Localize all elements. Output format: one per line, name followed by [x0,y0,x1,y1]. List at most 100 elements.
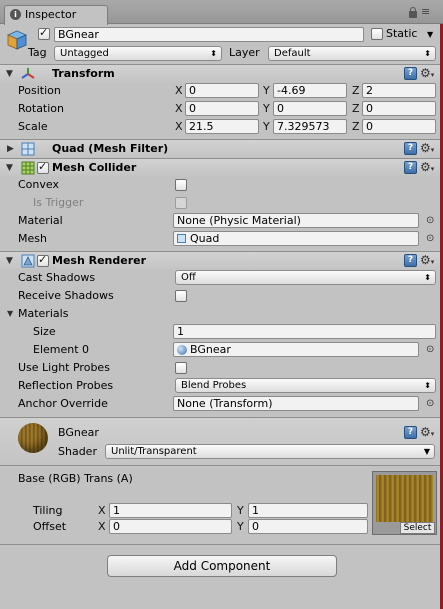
add-component-button[interactable]: Add Component [107,555,337,577]
texture-slot[interactable]: Select [372,471,437,535]
tiling-label: Tiling [33,504,63,517]
texture-property-label: Base (RGB) Trans (A) [18,472,133,485]
shader-dropdown[interactable]: Unlit/Transparent ▼ [105,444,435,459]
static-checkbox[interactable] [371,28,383,40]
rotation-y-field[interactable]: 0 [273,101,347,116]
axis-y-label: Y [263,84,270,97]
receive-shadows-checkbox[interactable] [175,290,187,302]
is-trigger-checkbox [175,197,187,209]
gear-icon[interactable]: ⚙ [420,161,434,176]
updown-arrow-icon: ⬍ [424,49,431,58]
add-component-label: Add Component [173,559,271,573]
axis-x-label: X [175,102,183,115]
texture-select-button[interactable]: Select [400,522,435,534]
convex-checkbox[interactable] [175,179,187,191]
divider [0,465,443,466]
axis-z-label: Z [352,120,360,133]
gear-icon[interactable]: ⚙ [420,142,434,157]
scale-x-field[interactable]: 21.5 [185,119,259,134]
panel-menu-icon[interactable]: ≡ [421,5,430,19]
axis-y-label: Y [237,520,244,533]
mesh-field[interactable]: Quad [173,231,419,246]
tag-value: Untagged [60,48,109,59]
axis-x-label: X [98,520,106,533]
lock-icon[interactable] [409,11,417,18]
tab-inspector[interactable]: i Inspector [4,5,108,25]
tag-dropdown[interactable]: Untagged ⬍ [54,46,222,61]
tag-label: Tag [28,46,47,59]
rotation-z-field[interactable]: 0 [362,101,436,116]
anchor-override-field[interactable]: None (Transform) [173,396,419,411]
materials-label[interactable]: Materials [18,307,68,321]
gear-icon[interactable]: ⚙ [420,254,434,269]
help-icon[interactable]: ? [404,426,417,439]
reflection-probes-dropdown[interactable]: Blend Probes ⬍ [175,378,436,393]
mesh-asset-icon [177,234,186,243]
reflection-probes-label: Reflection Probes [18,379,114,392]
gear-icon[interactable]: ⚙ [420,67,434,82]
tiling-y-field[interactable]: 1 [248,503,368,518]
scale-z-field[interactable]: 0 [362,119,436,134]
offset-x-field[interactable]: 0 [109,519,232,534]
foldout-open-icon[interactable]: ▼ [6,161,13,175]
scale-label: Scale [18,120,48,133]
element0-value: BGnear [190,343,231,356]
object-picker-icon[interactable]: ⊙ [426,232,434,246]
reflection-probes-value: Blend Probes [181,380,247,391]
mesh-renderer-enabled-checkbox[interactable] [37,253,49,267]
dropdown-arrow-icon: ▼ [423,447,430,456]
material-name: BGnear [58,426,99,439]
shader-label: Shader [58,445,97,458]
rotation-label: Rotation [18,102,65,115]
element0-field[interactable]: BGnear [173,342,419,357]
gameobject-icon [6,29,28,51]
axis-z-label: Z [352,102,360,115]
foldout-open-icon[interactable]: ▼ [6,254,13,268]
foldout-open-icon[interactable]: ▼ [6,67,13,81]
mesh-collider-enabled-checkbox[interactable] [37,160,49,174]
position-x-field[interactable]: 0 [185,83,259,98]
physic-material-field[interactable]: None (Physic Material) [173,213,419,228]
layer-dropdown[interactable]: Default ⬍ [268,46,436,61]
cast-shadows-dropdown[interactable]: Off ⬍ [175,270,436,285]
position-y-field[interactable]: -4.69 [273,83,347,98]
tab-title: Inspector [25,8,77,21]
position-z-field[interactable]: 2 [362,83,436,98]
object-name-field[interactable]: BGnear [54,27,364,42]
axis-x-label: X [175,120,183,133]
gear-icon[interactable]: ⚙ [420,426,434,441]
object-picker-icon[interactable]: ⊙ [426,343,434,357]
tiling-x-field[interactable]: 1 [109,503,232,518]
cast-shadows-label: Cast Shadows [18,271,96,284]
material-label: Material [18,214,63,227]
active-checkbox[interactable] [38,26,50,40]
material-sphere-icon [177,345,187,355]
help-icon[interactable]: ? [404,254,417,267]
offset-y-field[interactable]: 0 [248,519,368,534]
materials-size-field[interactable]: 1 [173,324,436,339]
help-icon[interactable]: ? [404,161,417,174]
lock-shackle-icon [410,7,416,12]
transform-title: Transform [52,67,115,80]
mesh-renderer-title: Mesh Renderer [52,254,147,267]
anchor-override-label: Anchor Override [18,397,108,410]
size-label: Size [33,325,56,338]
object-picker-icon[interactable]: ⊙ [426,214,434,228]
material-preview-icon [18,423,48,453]
help-icon[interactable]: ? [404,67,417,80]
mesh-value: Quad [190,232,220,245]
scale-y-field[interactable]: 7.329573 [273,119,347,134]
help-icon[interactable]: ? [404,142,417,155]
foldout-open-icon[interactable]: ▼ [7,307,13,321]
updown-arrow-icon: ⬍ [210,49,217,58]
layer-value: Default [274,48,311,59]
static-dropdown-icon[interactable]: ▼ [427,28,433,42]
foldout-closed-icon[interactable]: ▶ [7,142,14,156]
rotation-x-field[interactable]: 0 [185,101,259,116]
updown-arrow-icon: ⬍ [424,381,431,390]
object-picker-icon[interactable]: ⊙ [426,397,434,411]
receive-shadows-label: Receive Shadows [18,289,114,302]
convex-label: Convex [18,178,59,191]
light-probes-checkbox[interactable] [175,362,187,374]
info-icon: i [10,9,21,20]
